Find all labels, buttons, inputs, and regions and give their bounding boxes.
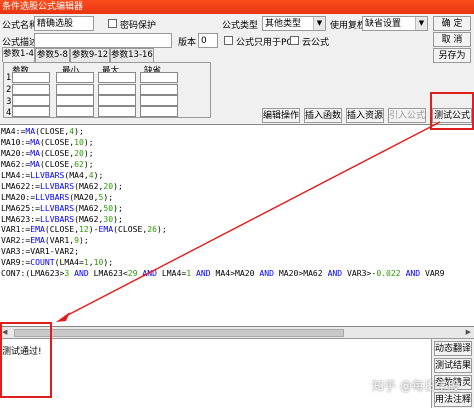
watermark: 知乎 @每日学股 [372,379,460,393]
arrow-annotation [56,121,441,322]
